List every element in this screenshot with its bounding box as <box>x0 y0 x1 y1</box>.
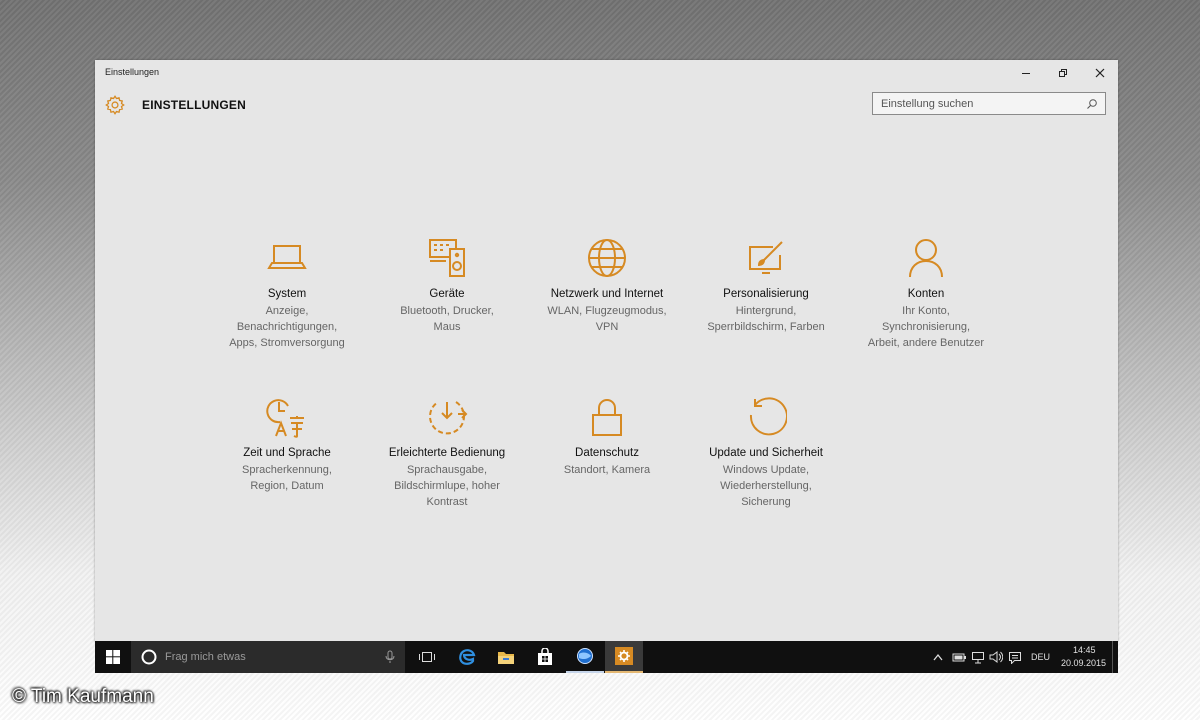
tile-personalization[interactable]: Personalisierung Hintergrund, Sperrbilds… <box>691 237 841 335</box>
app-globe-icon <box>577 648 593 664</box>
page-title: EINSTELLUNGEN <box>142 98 246 112</box>
tile-subtitle-line: Spracherkennung, <box>242 464 332 476</box>
tile-title: Datenschutz <box>575 447 639 459</box>
personalization-icon <box>749 241 783 274</box>
edge-button[interactable] <box>448 641 486 673</box>
app-button[interactable] <box>566 641 604 673</box>
tile-subtitle-line: Sicherung <box>741 496 791 508</box>
tile-subtitle-line: Sprachausgabe, <box>406 464 488 476</box>
globe-icon <box>588 239 626 277</box>
minimize-button[interactable] <box>1008 60 1044 86</box>
tile-subtitle-line: Sperrbildschirm, Farben <box>707 321 825 333</box>
tile-subtitle-line: Bluetooth, Drucker, <box>400 305 494 317</box>
cortana-placeholder: Frag mich etwas <box>165 651 246 663</box>
gear-icon <box>105 95 125 115</box>
tile-subtitle-line: Maus <box>433 321 461 333</box>
tile-update-security[interactable]: Update und Sicherheit Windows Update, Wi… <box>691 396 841 510</box>
network-icon[interactable] <box>971 651 985 664</box>
tile-title: Personalisierung <box>723 288 809 300</box>
show-desktop-button[interactable] <box>1112 641 1113 673</box>
tile-subtitle-line: WLAN, Flugzeugmodus, <box>547 305 667 317</box>
tile-title: Zeit und Sprache <box>243 447 331 459</box>
tile-devices[interactable]: Geräte Bluetooth, Drucker, Maus <box>372 237 522 335</box>
search-icon[interactable] <box>1086 98 1098 110</box>
lock-icon <box>592 399 622 436</box>
store-icon <box>538 648 552 665</box>
tile-subtitle-line: VPN <box>595 321 619 333</box>
language-indicator[interactable]: DEU <box>1031 652 1050 662</box>
tile-subtitle-line: Synchronisierung, <box>881 321 971 333</box>
cortana-search[interactable]: Frag mich etwas <box>131 641 405 673</box>
microphone-icon[interactable] <box>385 650 395 664</box>
notification-icon[interactable] <box>1008 651 1022 664</box>
tile-ease-of-access[interactable]: Erleichterte Bedienung Sprachausgabe, Bi… <box>372 396 522 510</box>
tile-network[interactable]: Netzwerk und Internet WLAN, Flugzeugmodu… <box>532 237 682 335</box>
task-view-icon <box>419 652 435 662</box>
clock-date[interactable]: 20.09.2015 <box>1061 658 1106 668</box>
restore-button[interactable] <box>1045 60 1081 86</box>
update-icon <box>749 397 787 436</box>
tile-system[interactable]: System Anzeige, Benachrichtigungen, Apps… <box>212 237 362 351</box>
window-title: Einstellungen <box>105 67 160 77</box>
restore-icon <box>1059 69 1067 77</box>
tile-privacy[interactable]: Datenschutz Standort, Kamera <box>532 396 682 478</box>
chevron-up-icon[interactable] <box>933 653 943 661</box>
folder-icon <box>498 652 514 664</box>
minimize-icon <box>1022 73 1030 74</box>
tile-subtitle-line: Standort, Kamera <box>563 464 651 476</box>
settings-window: Einstellungen EINSTELLUNGEN Einstellung … <box>95 60 1118 642</box>
cortana-icon <box>141 649 157 665</box>
person-icon <box>909 239 943 278</box>
tile-subtitle-line: Windows Update, <box>722 464 810 476</box>
title-bar[interactable]: Einstellungen <box>95 60 1118 86</box>
tile-title: Geräte <box>429 288 465 300</box>
tile-title: System <box>267 288 307 300</box>
battery-icon[interactable] <box>951 651 967 663</box>
search-placeholder: Einstellung suchen <box>881 98 974 110</box>
windows-logo-icon <box>106 650 120 664</box>
tile-subtitle-line: Wiederherstellung, <box>720 480 812 492</box>
tile-subtitle-line: Benachrichtigungen, <box>236 321 338 333</box>
taskbar: Frag mich etwas DEU 14:45 20.09.2015 <box>95 641 1118 673</box>
laptop-icon <box>267 245 307 269</box>
tile-accounts[interactable]: Konten Ihr Konto, Synchronisierung, Arbe… <box>851 237 1001 351</box>
task-view-button[interactable] <box>408 641 446 673</box>
tile-title: Erleichterte Bedienung <box>388 447 506 459</box>
time-language-icon <box>266 399 304 438</box>
volume-icon[interactable] <box>989 651 1003 663</box>
app-header: EINSTELLUNGEN Einstellung suchen <box>95 88 1118 128</box>
tile-subtitle-line: Bildschirmlupe, hoher <box>394 480 500 492</box>
devices-icon <box>429 239 465 277</box>
edge-icon <box>459 649 476 665</box>
tile-subtitle-line: Kontrast <box>426 496 468 508</box>
tile-subtitle-line: Arbeit, andere Benutzer <box>867 337 985 349</box>
tile-time-language[interactable]: Zeit und Sprache Spracherkennung, Region… <box>212 396 362 494</box>
search-box[interactable]: Einstellung suchen <box>872 92 1106 115</box>
file-explorer-button[interactable] <box>487 641 525 673</box>
store-button[interactable] <box>526 641 564 673</box>
clock-time[interactable]: 14:45 <box>1073 645 1096 655</box>
tile-subtitle-line: Apps, Stromversorgung <box>229 337 345 349</box>
settings-taskbar-button[interactable] <box>605 641 643 673</box>
tile-subtitle-line: Ihr Konto, <box>902 305 950 317</box>
tile-title: Update und Sicherheit <box>709 447 823 459</box>
tile-title: Netzwerk und Internet <box>550 288 664 300</box>
photo-credit: © Tim Kaufmann <box>12 686 154 707</box>
start-button[interactable] <box>95 641 131 673</box>
tile-title: Konten <box>907 288 945 300</box>
tile-subtitle-line: Region, Datum <box>250 480 324 492</box>
ease-of-access-icon <box>429 401 468 435</box>
close-button[interactable] <box>1082 60 1118 86</box>
settings-gear-icon <box>615 647 633 665</box>
tile-subtitle-line: Hintergrund, <box>735 305 797 317</box>
close-icon <box>1095 68 1105 78</box>
tile-subtitle-line: Anzeige, <box>265 305 309 317</box>
